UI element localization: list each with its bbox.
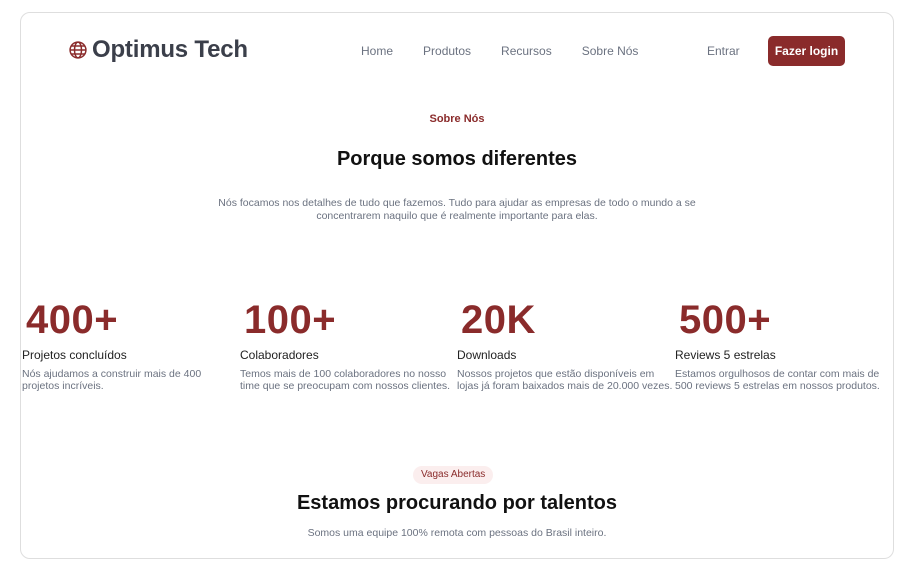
- stat-label: Projetos concluídos: [22, 348, 127, 362]
- globe-icon: [69, 41, 87, 59]
- main-nav: Home Produtos Recursos Sobre Nós: [361, 44, 638, 58]
- stat-downloads: 20K Downloads Nossos projetos que estão …: [457, 298, 675, 392]
- stat-value: 20K: [461, 298, 536, 342]
- careers-description: Somos uma equipe 100% remota com pessoas…: [307, 527, 607, 539]
- section-eyebrow: Sobre Nós: [429, 113, 485, 125]
- stat-projects: 400+ Projetos concluídos Nós ajudamos a …: [22, 298, 240, 392]
- careers-title: Estamos procurando por talentos: [296, 492, 618, 514]
- stat-description: Nós ajudamos a construir mais de 400 pro…: [22, 368, 202, 392]
- nav-home[interactable]: Home: [361, 44, 393, 58]
- login-button[interactable]: Fazer login: [768, 36, 845, 66]
- brand-logo[interactable]: Optimus Tech: [68, 36, 248, 64]
- brand-name: Optimus Tech: [92, 36, 248, 63]
- stat-reviews: 500+ Reviews 5 estrelas Estamos orgulhos…: [675, 298, 889, 392]
- stat-label: Colaboradores: [240, 348, 319, 362]
- open-positions-badge: Vagas Abertas: [413, 466, 494, 484]
- nav-sobre-nos[interactable]: Sobre Nós: [582, 44, 639, 58]
- stat-value: 400+: [26, 298, 119, 342]
- nav-produtos[interactable]: Produtos: [423, 44, 471, 58]
- stat-label: Downloads: [457, 348, 517, 362]
- stat-description: Estamos orgulhosos de contar com mais de…: [675, 368, 880, 392]
- stat-value: 500+: [679, 298, 772, 342]
- stat-description: Nossos projetos que estão disponíveis em…: [457, 368, 673, 392]
- entrar-link[interactable]: Entrar: [707, 44, 740, 58]
- stat-label: Reviews 5 estrelas: [675, 348, 776, 362]
- about-description: Nós focamos nos detalhes de tudo que faz…: [218, 197, 696, 222]
- stat-description: Temos mais de 100 colaboradores no nosso…: [240, 368, 451, 392]
- stat-value: 100+: [244, 298, 337, 342]
- stat-collaborators: 100+ Colaboradores Temos mais de 100 col…: [240, 298, 458, 392]
- nav-recursos[interactable]: Recursos: [501, 44, 552, 58]
- about-title: Porque somos diferentes: [336, 148, 578, 170]
